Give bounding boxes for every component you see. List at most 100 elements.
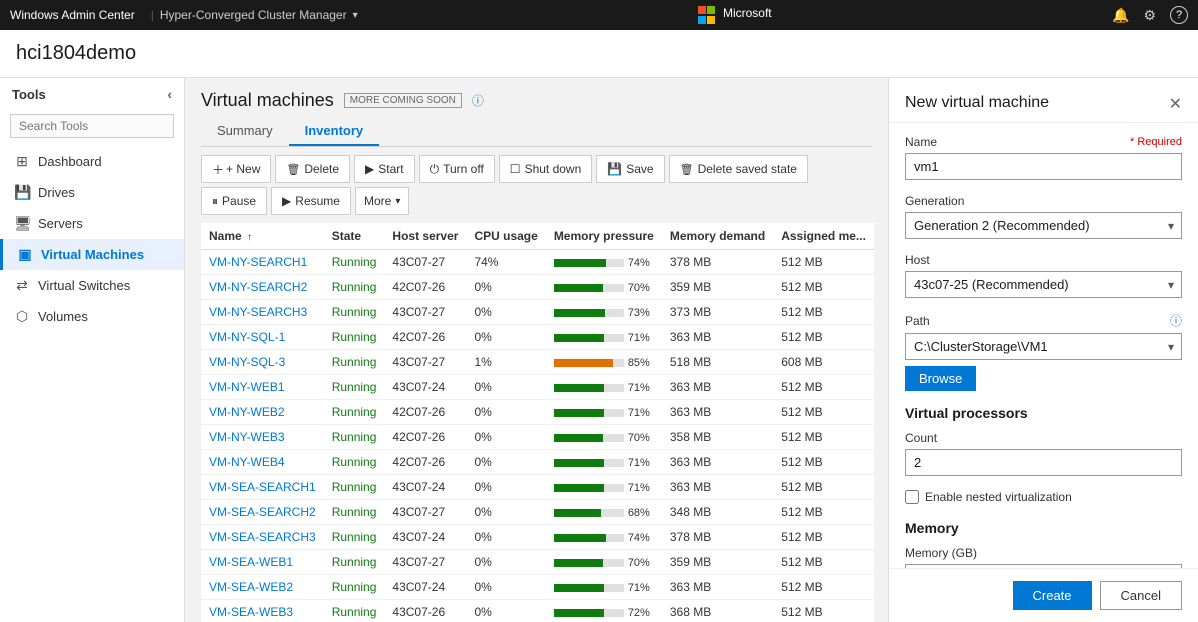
vm-assigned-memory: 608 MB [773,350,874,375]
vm-host: 43C07-24 [384,575,466,600]
vm-host: 43C07-24 [384,525,466,550]
vm-name-link[interactable]: VM-SEA-SEARCH2 [209,505,316,519]
tab-summary[interactable]: Summary [201,117,289,146]
vm-memory-pressure: 68% [546,500,662,525]
create-button[interactable]: Create [1013,581,1092,610]
vm-host: 43C07-24 [384,475,466,500]
vm-memory-demand: 363 MB [662,375,773,400]
sidebar-item-drives[interactable]: 💾 Drives [0,177,184,208]
table-row: VM-NY-SEARCH1Running43C07-2774%74%378 MB… [201,250,874,275]
tabs: Summary Inventory [201,117,872,147]
toolbar: ＋ + New 🗑 Delete ▶ Start ⏻ Turn off ☐ Sh… [185,147,888,223]
path-info-icon[interactable]: ⓘ [1170,312,1182,329]
search-input[interactable] [10,114,174,138]
col-name[interactable]: Name ↑ [201,223,324,250]
vp-count-input[interactable] [905,449,1182,476]
new-button[interactable]: ＋ + New [201,155,271,183]
vm-memory-pressure: 71% [546,400,662,425]
vm-name-link[interactable]: VM-SEA-SEARCH1 [209,480,316,494]
start-button[interactable]: ▶ Start [354,155,415,183]
more-chevron-icon: ▾ [395,196,400,207]
vm-memory-pressure: 85% [546,350,662,375]
pause-button[interactable]: ⏸ Pause [201,187,267,215]
vm-name-link[interactable]: VM-NY-WEB3 [209,430,285,444]
table-row: VM-NY-WEB4Running42C07-260%71%363 MB512 … [201,450,874,475]
memory-section-title: Memory [905,520,1182,536]
vm-memory-pressure: 74% [546,250,662,275]
help-icon[interactable]: ? [1170,6,1188,24]
vm-name-link[interactable]: VM-NY-WEB4 [209,455,285,469]
vm-cpu: 0% [466,575,545,600]
host-select[interactable]: 43c07-25 (Recommended) 43c07-24 43c07-26… [905,271,1182,298]
vp-section-title: Virtual processors [905,405,1182,421]
vm-name-link[interactable]: VM-NY-SEARCH1 [209,255,307,269]
vm-name-link[interactable]: VM-SEA-SEARCH3 [209,530,316,544]
vm-name-link[interactable]: VM-SEA-WEB2 [209,580,293,594]
sidebar-tools-header: Tools ‹ [0,78,184,110]
vm-host: 42C07-26 [384,325,466,350]
vm-cpu: 0% [466,275,545,300]
cancel-button[interactable]: Cancel [1100,581,1182,610]
vm-table-container: Name ↑ State Host server CPU usage Memor… [185,223,888,622]
browse-button[interactable]: Browse [905,366,976,391]
sidebar-item-label: Virtual Switches [38,278,130,293]
col-assigned-memory[interactable]: Assigned me... [773,223,874,250]
nested-virt-checkbox[interactable] [905,490,919,504]
memory-gb-field-group: Memory (GB) [905,546,1182,568]
vm-assigned-memory: 512 MB [773,575,874,600]
vm-host: 43C07-26 [384,600,466,622]
vm-memory-pressure: 70% [546,275,662,300]
vm-name-link[interactable]: VM-NY-SQL-3 [209,355,285,369]
panel-close-button[interactable]: ✕ [1169,94,1182,114]
vm-assigned-memory: 512 MB [773,325,874,350]
vm-name-link[interactable]: VM-NY-WEB2 [209,405,285,419]
col-state[interactable]: State [324,223,385,250]
notification-icon[interactable]: 🔔 [1112,7,1129,24]
sidebar-item-label: Volumes [38,309,88,324]
badge-info-icon[interactable]: ⓘ [472,92,484,109]
save-button[interactable]: 💾 Save [596,155,664,183]
vm-assigned-memory: 512 MB [773,400,874,425]
col-memory-demand[interactable]: Memory demand [662,223,773,250]
path-select[interactable]: C:\ClusterStorage\VM1 [905,333,1182,360]
col-cpu[interactable]: CPU usage [466,223,545,250]
col-memory-pressure[interactable]: Memory pressure [546,223,662,250]
coming-soon-badge[interactable]: MORE COMING SOON [344,93,462,108]
sidebar-item-volumes[interactable]: ⬡ Volumes [0,301,184,332]
vm-state: Running [324,525,385,550]
vm-name-link[interactable]: VM-NY-SQL-1 [209,330,285,344]
settings-icon[interactable]: ⚙ [1143,7,1156,24]
vm-name-link[interactable]: VM-NY-SEARCH2 [209,280,307,294]
vm-name-link[interactable]: VM-SEA-WEB3 [209,605,293,619]
page-header: hci1804demo [0,30,1198,78]
vm-memory-demand: 518 MB [662,350,773,375]
vm-state: Running [324,500,385,525]
col-host[interactable]: Host server [384,223,466,250]
required-label: * Required [1130,136,1182,148]
nested-virt-label: Enable nested virtualization [925,490,1072,504]
generation-select[interactable]: Generation 2 (Recommended) Generation 1 [905,212,1182,239]
vm-name-link[interactable]: VM-NY-WEB1 [209,380,285,394]
sidebar-item-virtual-machines[interactable]: ▣ Virtual Machines [0,239,184,270]
dashboard-icon: ⊞ [14,153,30,170]
resume-button[interactable]: ▶ Resume [271,187,351,215]
vm-memory-demand: 378 MB [662,525,773,550]
turn-off-button[interactable]: ⏻ Turn off [419,155,495,183]
table-row: VM-SEA-WEB1Running43C07-270%70%359 MB512… [201,550,874,575]
sidebar-item-servers[interactable]: 🖥 Servers [0,208,184,239]
vm-name-input[interactable] [905,153,1182,180]
sidebar-item-dashboard[interactable]: ⊞ Dashboard [0,146,184,177]
more-button[interactable]: More ▾ [355,187,409,215]
delete-button[interactable]: 🗑 Delete [275,155,350,183]
shut-down-button[interactable]: ☐ Shut down [499,155,592,183]
vm-name-link[interactable]: VM-SEA-WEB1 [209,555,293,569]
sidebar-collapse-button[interactable]: ‹ [167,86,172,102]
vm-name-link[interactable]: VM-NY-SEARCH3 [209,305,307,319]
delete-saved-state-button[interactable]: 🗑 Delete saved state [669,155,808,183]
tab-inventory[interactable]: Inventory [289,117,380,146]
drives-icon: 💾 [14,184,30,201]
table-row: VM-NY-SQL-1Running42C07-260%71%363 MB512… [201,325,874,350]
turn-off-icon: ⏻ [430,162,440,177]
sidebar-item-virtual-switches[interactable]: ⇄ Virtual Switches [0,270,184,301]
ms-brand-text: Microsoft [723,6,772,24]
